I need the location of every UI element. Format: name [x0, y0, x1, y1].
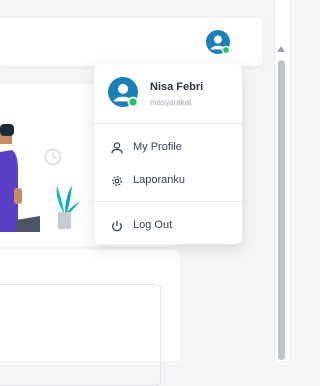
content-card [0, 250, 180, 386]
user-icon [111, 142, 123, 154]
user-dropdown-menu: Nisa Febri masyarakat My Profile Laporan… [94, 64, 242, 244]
vertical-scrollbar[interactable] [274, 0, 289, 361]
laporanku-label: Laporanku [133, 174, 185, 186]
user-avatar-button[interactable] [206, 30, 231, 55]
avatar-icon [206, 30, 231, 55]
scrollbar-thumb[interactable] [278, 60, 285, 360]
log-out-menu-item[interactable]: Log Out [94, 213, 242, 239]
menu-divider [94, 201, 242, 202]
my-profile-label: My Profile [133, 141, 182, 153]
welcome-illustration [0, 124, 80, 232]
user-role: masyarakat [150, 98, 192, 107]
log-out-label: Log Out [133, 219, 173, 231]
avatar-icon [108, 77, 138, 107]
user-name: Nisa Febri [150, 81, 204, 93]
laporanku-menu-item[interactable]: Laporanku [94, 168, 242, 194]
power-icon [112, 220, 122, 232]
content-box [0, 284, 161, 386]
menu-divider [94, 123, 242, 124]
gear-icon [112, 176, 122, 186]
scroll-up-arrow-icon[interactable] [277, 46, 285, 52]
my-profile-menu-item[interactable]: My Profile [94, 135, 242, 161]
top-navbar [0, 18, 263, 66]
user-info-header: Nisa Febri masyarakat [94, 64, 242, 122]
